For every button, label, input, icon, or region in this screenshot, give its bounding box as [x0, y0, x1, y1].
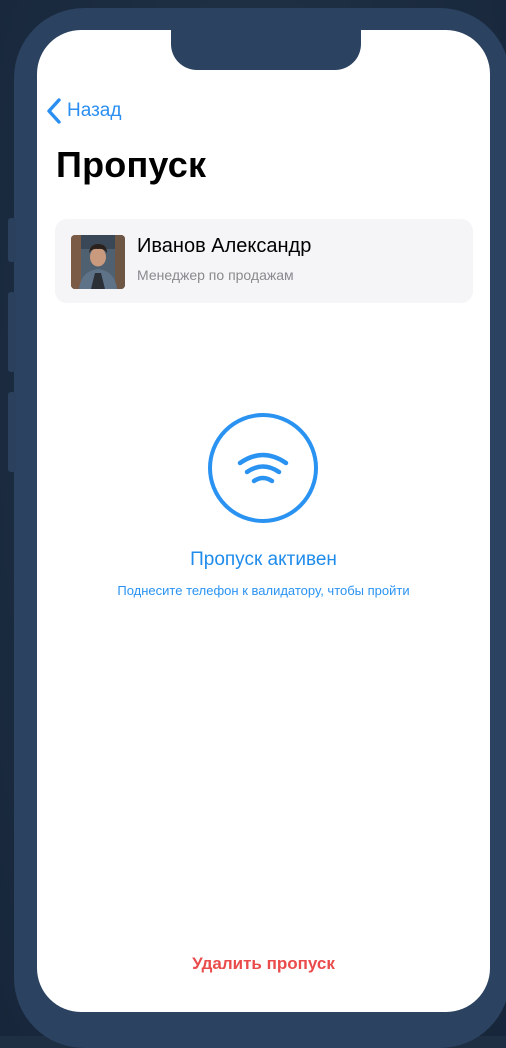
- pass-status-subtitle: Поднесите телефон к валидатору, чтобы пр…: [117, 583, 410, 598]
- pass-status-title: Пропуск активен: [190, 549, 337, 570]
- phone-side-button: [8, 218, 16, 262]
- back-label: Назад: [67, 100, 122, 121]
- profile-card[interactable]: Иванов Александр Менеджер по продажам: [55, 219, 473, 303]
- phone-volume-up-button: [8, 292, 16, 372]
- avatar: [71, 235, 125, 289]
- chevron-left-icon: [47, 98, 61, 124]
- phone-notch: [171, 30, 361, 70]
- delete-pass-button[interactable]: Удалить пропуск: [37, 954, 490, 974]
- profile-role: Менеджер по продажам: [137, 267, 294, 283]
- profile-name: Иванов Александр: [137, 235, 312, 257]
- back-button[interactable]: Назад: [47, 96, 121, 126]
- phone-volume-down-button: [8, 392, 16, 472]
- nfc-status-circle: [208, 413, 318, 523]
- phone-screen: Назад Пропуск Иванов Александр Менеджер …: [37, 30, 490, 1012]
- page-title: Пропуск: [56, 144, 207, 185]
